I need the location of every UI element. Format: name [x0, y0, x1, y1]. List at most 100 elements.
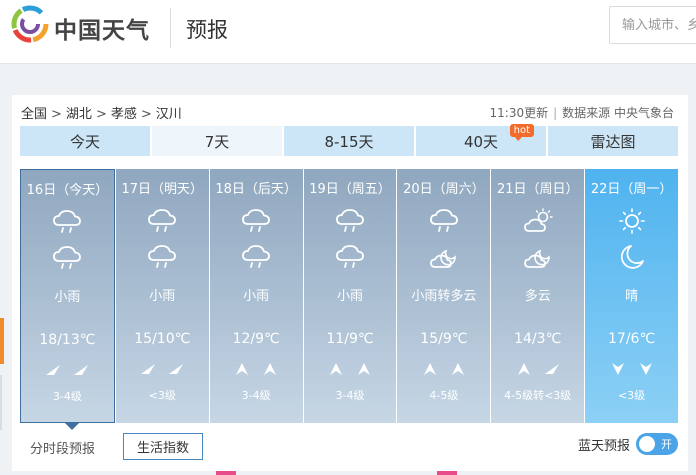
day-date: 21日（周日）: [496, 182, 579, 197]
life-index-button[interactable]: 生活指数: [123, 433, 203, 460]
seven-day-forecast: 16日（今天） 小雨 18/13℃ 3-4级 17日（明天） 小雨 15/10℃ <3级 18日…: [20, 169, 679, 430]
breadcrumb-current: 汉川: [155, 107, 182, 122]
day-date: 22日（周一）: [590, 182, 673, 197]
day-forecast[interactable]: 18日（后天） 小雨 12/9℃ 3-4级: [209, 169, 303, 423]
wind-n-icon: [356, 361, 372, 375]
wind-direction: [210, 361, 303, 375]
wind-n-icon: [328, 361, 344, 375]
toggle-knob: [639, 436, 655, 452]
blue-sky-toggle[interactable]: 开: [636, 433, 678, 455]
moon-icon: [616, 243, 648, 271]
rain-icon: [51, 244, 83, 272]
day-date: 19日（周五）: [309, 182, 391, 197]
side-divider: [0, 375, 2, 430]
rain-icon: [240, 243, 272, 271]
wind-level: <3级: [617, 389, 646, 402]
wind-ne-icon: [45, 362, 61, 376]
rain-icon: [51, 208, 83, 236]
wind-n-icon: [234, 361, 250, 375]
day-date: 20日（周六）: [403, 182, 485, 197]
day-forecast[interactable]: 21日（周日） 多云 14/3℃ 4-5级转<3级: [491, 169, 585, 423]
wind-direction: [21, 362, 114, 376]
update-time: 11:30更新: [489, 106, 549, 120]
breadcrumb-item[interactable]: 湖北: [66, 107, 92, 122]
rain-icon: [334, 207, 366, 235]
wind-level: 4-5级转<3级: [504, 389, 572, 402]
rain-icon: [428, 207, 460, 235]
tab-40-days[interactable]: 40天 hot: [416, 124, 546, 156]
day-date: 17日（明天）: [121, 182, 204, 197]
forecast-tabs: 今天 7天 8-15天 40天 hot 雷达图: [20, 124, 678, 156]
day-weather: 晴: [625, 289, 639, 304]
day-weather: 小雨: [54, 290, 81, 305]
header-divider: [170, 8, 171, 48]
day-temperature: 14/3℃: [514, 331, 562, 347]
logo-icon[interactable]: [10, 4, 50, 44]
wind-level: 4-5级: [429, 389, 459, 402]
ad-marker: [437, 471, 457, 475]
section-title: 预报: [186, 18, 228, 42]
day-date: 18日（后天）: [215, 182, 297, 197]
tab-today[interactable]: 今天: [20, 126, 150, 156]
rain-icon: [146, 207, 178, 235]
site-header: 中国天气 预报: [0, 0, 696, 64]
day-temperature: 11/9℃: [326, 331, 374, 347]
wind-ne-icon: [544, 361, 560, 375]
ad-marker: [216, 471, 236, 475]
wind-direction: [304, 361, 397, 375]
day-forecast[interactable]: 17日（明天） 小雨 15/10℃ <3级: [115, 169, 209, 423]
forecast-card: 全国 > 湖北 > 孝感 > 汉川 11:30更新 | 数据来源 中央气象台 今天 7天 8-1…: [12, 95, 688, 471]
city-search-input[interactable]: [609, 6, 696, 44]
day-forecast[interactable]: 16日（今天） 小雨 18/13℃ 3-4级: [20, 169, 115, 430]
day-forecast[interactable]: 20日（周六） 小雨转多云 15/9℃ 4-5级: [397, 169, 491, 423]
wind-s-icon: [638, 361, 654, 375]
hourly-forecast-link[interactable]: 分时段预报: [30, 438, 95, 457]
day-temperature: 12/9℃: [232, 331, 280, 347]
wind-n-icon: [516, 361, 532, 375]
rain-icon: [146, 243, 178, 271]
update-info: 11:30更新 | 数据来源 中央气象台: [489, 106, 674, 120]
day-forecast[interactable]: 22日（周一） 晴 17/6℃ <3级: [585, 169, 679, 423]
cloudy-night-icon: [522, 243, 554, 271]
wind-level: 3-4级: [52, 390, 82, 403]
day-forecast[interactable]: 19日（周五） 小雨 11/9℃ 3-4级: [303, 169, 397, 423]
day-weather: 小雨转多云: [411, 289, 477, 304]
day-temperature: 15/9℃: [420, 331, 468, 347]
breadcrumb: 全国 > 湖北 > 孝感 > 汉川: [21, 103, 182, 122]
tab-8-15-days[interactable]: 8-15天: [284, 126, 414, 156]
day-weather: 多云: [524, 289, 551, 304]
day-weather: 小雨: [243, 289, 270, 304]
toggle-label: 开: [661, 438, 672, 451]
rain-icon: [240, 207, 272, 235]
day-temperature: 15/10℃: [134, 331, 191, 347]
breadcrumb-item[interactable]: 全国: [21, 107, 47, 122]
brand-name[interactable]: 中国天气: [54, 11, 150, 45]
day-date: 16日（今天）: [26, 183, 109, 198]
day-weather: 小雨: [149, 289, 176, 304]
day-temperature: 18/13℃: [39, 332, 96, 348]
hot-badge: hot: [509, 124, 534, 141]
tab-7-days[interactable]: 7天: [152, 126, 282, 156]
wind-direction: [116, 361, 209, 375]
breadcrumb-separator: >: [95, 107, 107, 122]
wind-s-icon: [610, 361, 626, 375]
breadcrumb-item[interactable]: 孝感: [111, 107, 137, 122]
day-temperature: 17/6℃: [608, 331, 656, 347]
blue-sky-label: 蓝天预报: [578, 439, 631, 454]
cloudy-night-icon: [428, 243, 460, 271]
sunny-icon: [616, 207, 648, 235]
wind-n-icon: [262, 361, 278, 375]
wind-direction: [491, 361, 584, 375]
cloudy-day-icon: [522, 207, 554, 235]
wind-ne-icon: [73, 362, 89, 376]
wind-level: <3级: [148, 389, 176, 402]
rain-icon: [334, 243, 366, 271]
tab-radar[interactable]: 雷达图: [548, 126, 678, 156]
day-weather: 小雨: [337, 289, 364, 304]
side-tab[interactable]: [0, 318, 4, 364]
wind-direction: [585, 361, 678, 375]
wind-ne-icon: [140, 361, 156, 375]
wind-level: 3-4级: [241, 389, 271, 402]
data-source: 数据来源 中央气象台: [562, 106, 674, 120]
wind-level: 3-4级: [335, 389, 365, 402]
